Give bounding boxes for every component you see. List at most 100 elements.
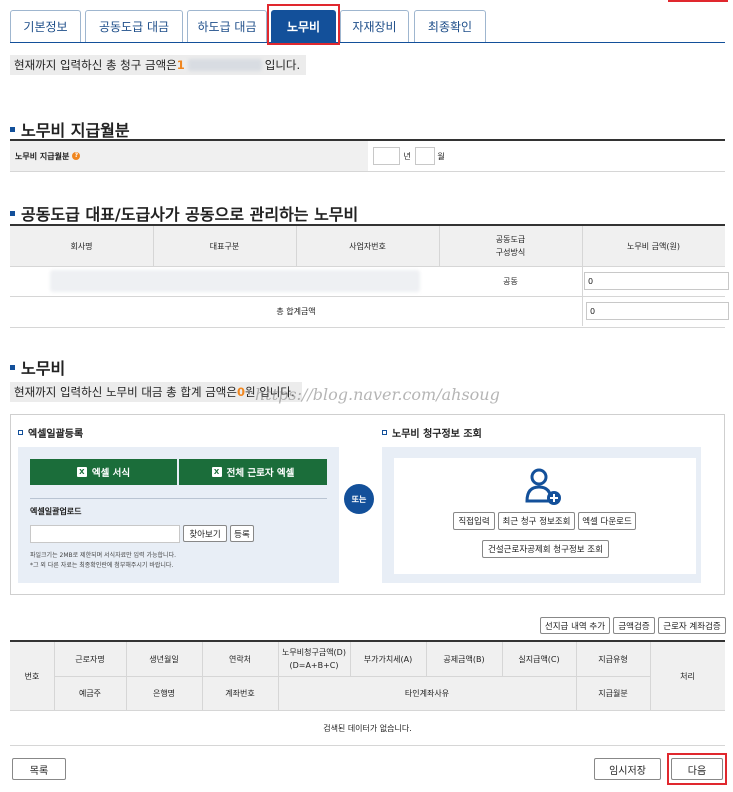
- square-bullet-icon: [10, 364, 15, 370]
- square-bullet-icon: [382, 430, 387, 435]
- col-divider: [278, 642, 279, 710]
- upload-label: 엑셀일괄업로드: [30, 507, 82, 516]
- add-prepayment-button[interactable]: 선지급 내역 추가: [540, 617, 610, 634]
- payment-month-label-text: 노무비 지급월분: [15, 151, 70, 161]
- header-labor-amount: 노무비 금액(원): [582, 226, 725, 266]
- button-label: 엑셀 서식: [91, 468, 131, 479]
- highlight-box-next: [667, 753, 727, 785]
- col-divider: [576, 642, 577, 710]
- header-joint-method: 공동도급 구성방식: [439, 226, 582, 266]
- divider: [10, 327, 725, 328]
- payment-month-label: 노무비 지급월분 ?: [10, 141, 368, 171]
- excel-box-title: 엑셀일괄등록: [18, 425, 83, 440]
- month-input[interactable]: [415, 147, 435, 165]
- col-divider: [202, 642, 203, 710]
- header-birth-date: 생년월일: [149, 654, 179, 664]
- divider: [10, 266, 725, 267]
- total-claim-notice: 현재까지 입력하신 총 청구 금액은 1 입니다.: [10, 55, 306, 75]
- verify-amount-button[interactable]: 금액검증: [613, 617, 655, 634]
- year-input[interactable]: [373, 147, 400, 165]
- tab-joint-contract[interactable]: 공동도급 대금: [85, 10, 183, 42]
- section-payment-month-title: 노무비 지급월분: [10, 117, 130, 141]
- divider: [54, 676, 650, 677]
- verify-account-button[interactable]: 근로자 계좌검증: [658, 617, 726, 634]
- col-divider: [126, 642, 127, 710]
- header-claim-amount: 노무비청구금액(D) (D=A+B+C): [282, 648, 346, 670]
- list-button[interactable]: 목록: [12, 758, 66, 780]
- square-bullet-icon: [10, 210, 15, 216]
- browse-button[interactable]: 찾아보기: [183, 525, 227, 542]
- claim-box-title: 노무비 청구정보 조회: [382, 425, 482, 440]
- header-number: 번호: [24, 671, 40, 681]
- section-labor-title: 노무비: [10, 355, 65, 379]
- header-account-holder: 예금주: [78, 689, 102, 698]
- col-divider: [650, 642, 651, 710]
- col-divider: [153, 226, 154, 266]
- header-worker-name: 근로자명: [75, 654, 105, 664]
- tab-final-confirm[interactable]: 최종확인: [414, 10, 486, 42]
- button-label: 전체 근로자 엑셀: [226, 468, 295, 479]
- tab-subcontract[interactable]: 하도급 대금: [187, 10, 267, 42]
- excel-icon: X: [211, 467, 222, 477]
- add-user-icon: [525, 468, 561, 505]
- section-title-text: 노무비 지급월분: [21, 121, 130, 140]
- tab-basic-info[interactable]: 기본정보: [10, 10, 81, 42]
- divider: [30, 498, 327, 499]
- col-divider: [54, 642, 55, 710]
- joint-method-value: 공동: [503, 277, 518, 286]
- header-other-account-reason: 타인계좌사유: [404, 689, 450, 698]
- construction-mutual-lookup-button[interactable]: 건설근로자공제회 청구정보 조회: [482, 540, 609, 558]
- temp-save-button[interactable]: 임시저장: [594, 758, 661, 780]
- notice-amount: 1: [176, 58, 185, 72]
- watermark-text: https://blog.naver.com/ahsoug: [255, 385, 500, 404]
- labor-amount-input[interactable]: 0: [584, 272, 729, 290]
- square-bullet-icon: [10, 126, 15, 132]
- excel-download-button[interactable]: 엑셀 다운로드: [578, 512, 636, 530]
- header-representative: 대표구분: [153, 226, 296, 266]
- section-title-text: 노무비: [21, 359, 66, 378]
- recent-claim-button[interactable]: 최근 청구 정보조회: [498, 512, 575, 530]
- col-divider: [296, 226, 297, 266]
- col-divider: [426, 642, 427, 676]
- divider: [10, 171, 725, 172]
- tab-underline: [10, 42, 725, 43]
- section-joint-labor-title: 공동도급 대표/도급사가 공동으로 관리하는 노무비: [10, 201, 358, 225]
- col-divider: [439, 226, 440, 266]
- header-actual-payment: 실지급액(C): [518, 654, 560, 664]
- claim-box-title-text: 노무비 청구정보 조회: [392, 429, 482, 440]
- notice-prefix: 현재까지 입력하신 노무비 대금 총 합계 금액은: [14, 385, 237, 399]
- section-title-text: 공동도급 대표/도급사가 공동으로 관리하는 노무비: [21, 205, 359, 224]
- tab-materials-equipment[interactable]: 자재장비: [340, 10, 409, 42]
- upload-note-1: 파일크기는 2MB로 제한되며 서식자료만 입력 가능합니다.: [30, 552, 176, 559]
- direct-input-button[interactable]: 직접입력: [453, 512, 495, 530]
- month-unit: 월: [437, 151, 445, 161]
- file-path-input[interactable]: [30, 525, 180, 543]
- col-divider: [502, 642, 503, 676]
- header-payment-type: 지급유형: [598, 654, 628, 664]
- header-business-number: 사업자번호: [296, 226, 439, 266]
- col-divider: [350, 642, 351, 676]
- total-amount-label: 총 합계금액: [276, 307, 316, 316]
- blurred-company-row: [50, 270, 420, 292]
- or-badge: 또는: [344, 484, 374, 514]
- header-contact: 연락처: [228, 654, 252, 664]
- header-vat: 부가가치세(A): [363, 654, 413, 664]
- highlight-edge: [668, 0, 728, 2]
- total-amount-input[interactable]: 0: [586, 302, 729, 320]
- header-company-name: 회사명: [10, 226, 153, 266]
- year-unit: 년: [403, 151, 411, 161]
- highlight-box-tab: [267, 4, 340, 45]
- header-bank-name: 은행명: [152, 689, 176, 698]
- header-process: 처리: [680, 671, 695, 681]
- header-account-number: 계좌번호: [225, 689, 255, 698]
- all-workers-excel-button[interactable]: X 전체 근로자 엑셀: [179, 459, 327, 485]
- info-icon[interactable]: ?: [72, 152, 81, 160]
- divider: [10, 745, 725, 746]
- upload-note-2: *그 외 다른 자료는 최종확인란에 첨부해주시기 바랍니다.: [30, 562, 174, 569]
- notice-prefix: 현재까지 입력하신 총 청구 금액은: [14, 58, 177, 72]
- blurred-amount: [187, 59, 262, 71]
- register-button[interactable]: 등록: [230, 525, 254, 542]
- empty-table-message: 검색된 데이터가 없습니다.: [323, 723, 412, 733]
- excel-form-button[interactable]: X 엑셀 서식: [30, 459, 177, 485]
- excel-icon: X: [76, 467, 87, 477]
